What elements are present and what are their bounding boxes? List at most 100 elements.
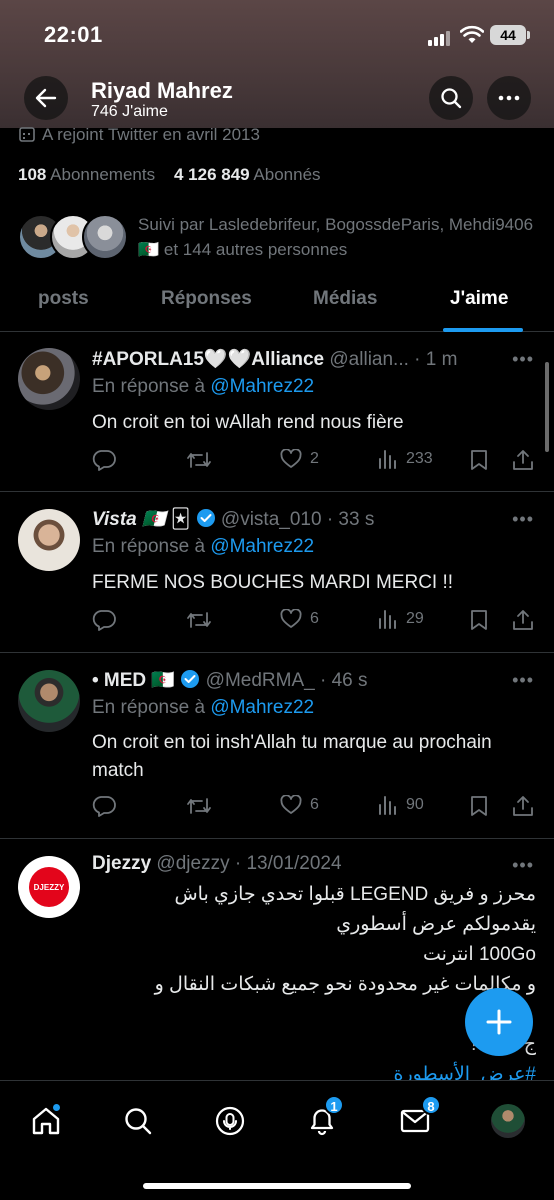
bookmark-button[interactable] [470,795,488,817]
avatar[interactable] [18,670,80,732]
search-button[interactable] [429,76,473,120]
share-button[interactable] [512,795,534,817]
tweet-author-name[interactable]: #APORLA15🤍🤍Alliance [92,349,324,370]
reply-button[interactable] [92,449,116,471]
tweet[interactable]: • MED 🇩🇿 @MedRMA_ · 46 s ••• En réponse … [0,654,554,839]
following-count: 108 [18,165,47,184]
nav-spaces[interactable] [210,1101,250,1141]
retweet-icon [187,452,211,468]
following-link[interactable]: 108 Abonnements [18,165,155,184]
signal-icon [428,28,452,46]
share-icon [513,796,533,816]
heart-icon [280,449,302,468]
tweet-header: Djezzy @djezzy · 13/01/2024 [92,853,342,875]
joined-date: A rejoint Twitter en avril 2013 [18,126,260,146]
tab-likes[interactable]: J'aime [450,288,508,310]
views-button[interactable]: 29 [378,609,424,629]
battery-indicator: 44 [490,25,530,45]
retweet-icon [187,612,211,628]
followers-link[interactable]: 4 126 849 Abonnés [174,165,321,184]
tweet-author-name[interactable]: Djezzy [92,853,151,874]
home-unread-dot [52,1103,61,1112]
search-icon [125,1108,152,1135]
scrollbar[interactable] [545,362,549,452]
bottom-nav: 1 8 [0,1080,554,1200]
status-time: 22:01 [44,22,103,47]
views-icon [379,610,396,629]
tweet-more-button[interactable]: ••• [512,349,534,370]
retweet-button[interactable] [186,609,212,631]
hashtag-link[interactable]: #عرض_الأسطورة [92,1060,537,1080]
reply-button[interactable] [92,609,116,631]
like-button[interactable]: 2 [280,449,319,469]
like-count: 6 [310,796,319,813]
reply-icon [92,796,116,817]
spaces-microphone-icon [215,1106,245,1136]
tweet-author-handle[interactable]: @allian... [329,349,409,370]
tweet-text-line: 100Go انترنت [422,944,536,965]
tweet-more-button[interactable]: ••• [512,509,534,530]
avatar [491,1104,525,1138]
tweet[interactable]: #APORLA15🤍🤍Alliance @allian... · 1 m •••… [0,333,554,492]
tab-replies[interactable]: Réponses [161,288,252,310]
reply-icon [92,610,116,631]
tweet-author-handle[interactable]: @djezzy [156,853,229,874]
nav-notifications[interactable]: 1 [302,1095,344,1141]
share-icon [513,450,533,470]
share-button[interactable] [512,449,534,471]
more-options-button[interactable] [487,76,531,120]
tweet-author-handle[interactable]: @MedRMA_ [206,670,315,691]
tweet-more-button[interactable]: ••• [512,855,534,876]
reply-prefix: En réponse à [92,536,206,557]
reply-context: En réponse à @Mahrez22 [92,376,314,398]
reply-mention[interactable]: @Mahrez22 [210,697,314,718]
djezzy-logo-text: DJEZZY [33,882,65,892]
nav-search[interactable] [118,1101,158,1141]
plus-icon [486,1009,512,1035]
verified-badge-icon [181,670,200,688]
avatar[interactable]: DJEZZY [18,856,80,918]
retweet-button[interactable] [186,449,212,471]
tweet-header: Vista 🇩🇿 🃏 @vista_010 · 33 s [92,507,374,531]
back-button[interactable] [24,76,68,120]
reply-context: En réponse à @Mahrez22 [92,536,314,558]
avatar[interactable] [18,348,80,410]
active-tab-indicator [443,328,523,332]
search-icon [441,88,462,109]
compose-button[interactable] [465,988,533,1056]
tweet-actions: 6 29 [92,609,540,633]
tweet-author-handle[interactable]: @vista_010 [221,509,322,530]
share-button[interactable] [512,609,534,631]
tweet-author-name[interactable]: • MED 🇩🇿 [92,670,175,691]
avatar[interactable] [18,509,80,571]
nav-messages[interactable]: 8 [395,1095,441,1141]
like-button[interactable]: 6 [280,609,319,629]
messages-badge: 8 [421,1095,441,1115]
nav-home[interactable] [26,1101,66,1141]
followers-avatars [18,214,128,262]
notifications-badge: 1 [324,1095,344,1115]
tab-posts[interactable]: posts [38,288,89,310]
views-button[interactable]: 233 [378,449,433,469]
reply-mention[interactable]: @Mahrez22 [210,376,314,397]
tweet-more-button[interactable]: ••• [512,670,534,691]
tweet-text: On croit en toi insh'Allah tu marque au … [92,732,492,781]
nav-profile[interactable] [488,1101,528,1141]
tweet[interactable]: Vista 🇩🇿 🃏 @vista_010 · 33 s ••• En répo… [0,493,554,653]
views-button[interactable]: 90 [378,795,424,815]
joined-text: A rejoint Twitter en avril 2013 [42,126,260,144]
retweet-button[interactable] [186,795,212,817]
like-button[interactable]: 6 [280,795,319,815]
reply-mention[interactable]: @Mahrez22 [210,536,314,557]
bookmark-button[interactable] [470,449,488,471]
tweet-author-name[interactable]: Vista 🇩🇿 🃏 [92,509,190,530]
profile-tabs: posts Réponses Médias J'aime [0,276,554,332]
reply-button[interactable] [92,795,116,817]
avatar [82,214,128,260]
profile-header: 22:01 44 Riyad Mahrez 746 J'aime [0,0,554,128]
tweet-time: · 1 m [414,349,458,370]
tweet[interactable]: DJEZZY Djezzy @djezzy · 13/01/2024 ••• م… [0,840,554,1080]
header-profile-name: Riyad Mahrez [91,78,233,103]
tab-media[interactable]: Médias [313,288,377,310]
bookmark-button[interactable] [470,609,488,631]
